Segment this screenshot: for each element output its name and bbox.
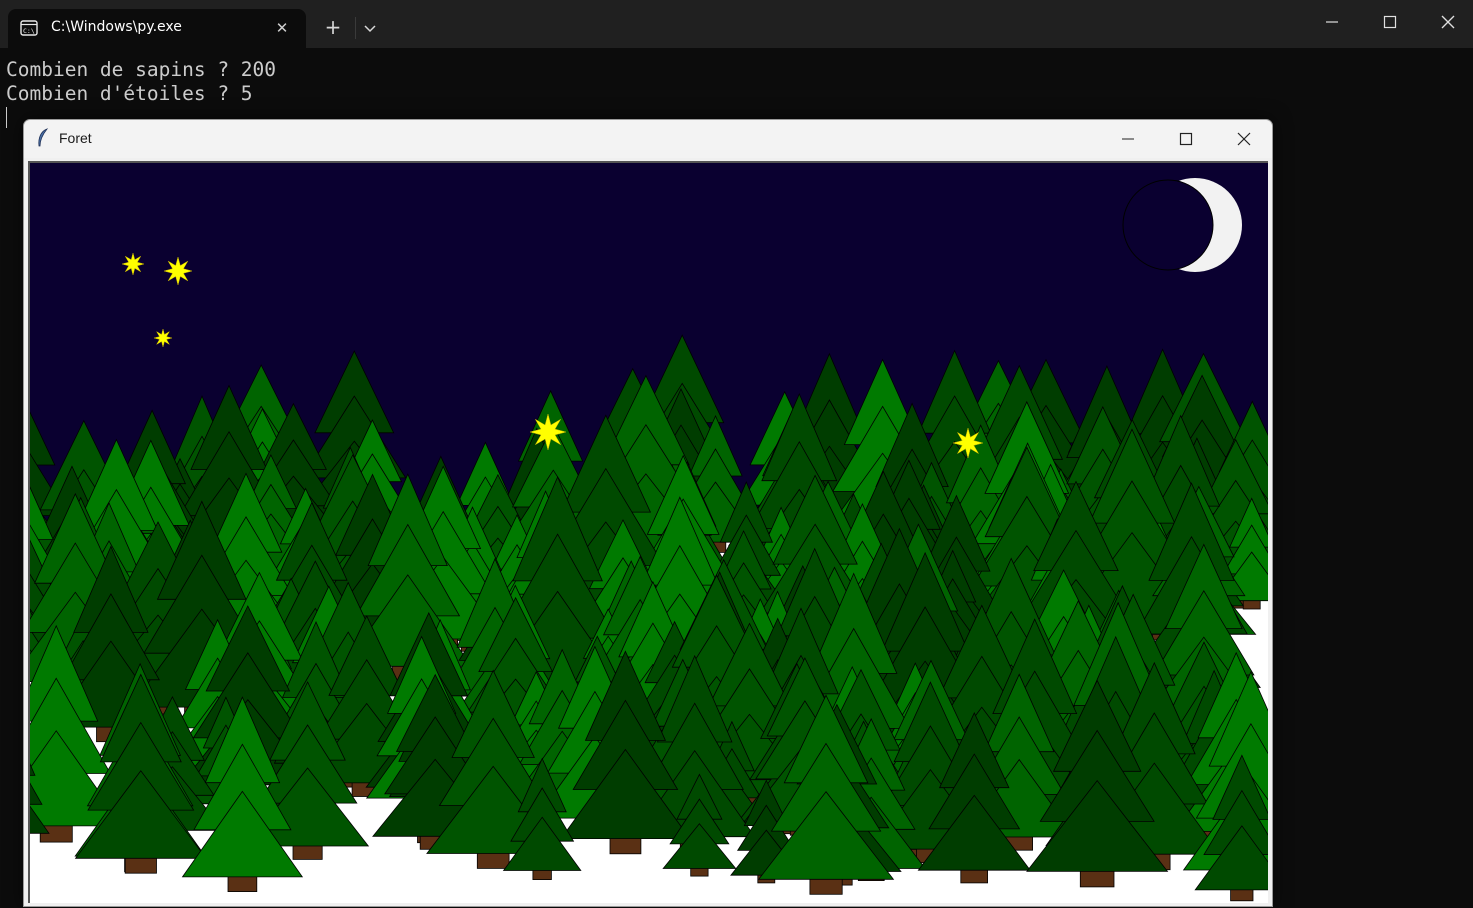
tab-title: C:\Windows\py.exe (51, 19, 182, 35)
feather-icon (38, 128, 49, 147)
terminal-line: Combien d'étoiles ? 5 (6, 82, 253, 105)
terminal-line: Combien de sapins ? 200 (6, 58, 277, 81)
window-title: Foret (59, 130, 92, 146)
divider (355, 17, 356, 39)
console-icon: C:\ (20, 20, 38, 36)
maximize-icon (1179, 132, 1193, 146)
minimize-icon (1122, 138, 1134, 140)
new-tab-button[interactable]: + (322, 16, 344, 38)
close-button[interactable] (1419, 0, 1473, 44)
text-cursor (6, 107, 7, 128)
star (952, 427, 984, 459)
forest-canvas[interactable] (28, 161, 1268, 903)
minimize-button[interactable] (1303, 0, 1361, 44)
minimize-icon (1326, 21, 1338, 23)
minimize-button[interactable] (1098, 120, 1156, 158)
tab-py-exe[interactable]: C:\ C:\Windows\py.exe ✕ (8, 9, 306, 48)
close-icon (1237, 132, 1251, 146)
close-icon (1441, 15, 1455, 29)
star (529, 413, 567, 451)
chevron-down-icon[interactable] (361, 17, 379, 39)
maximize-button[interactable] (1361, 0, 1419, 44)
terminal-titlebar: C:\ C:\Windows\py.exe ✕ + (0, 0, 1473, 48)
star (163, 256, 193, 286)
foret-window: Foret (23, 119, 1273, 907)
close-button[interactable] (1214, 120, 1272, 158)
star (153, 328, 173, 348)
maximize-button[interactable] (1156, 120, 1214, 158)
moon-shadow (1122, 179, 1214, 271)
close-tab-icon[interactable]: ✕ (274, 20, 290, 36)
window-titlebar[interactable]: Foret (24, 120, 1272, 158)
svg-text:C:\: C:\ (23, 27, 35, 35)
maximize-icon (1383, 15, 1397, 29)
forest-scene (30, 163, 1268, 903)
star (121, 252, 145, 276)
